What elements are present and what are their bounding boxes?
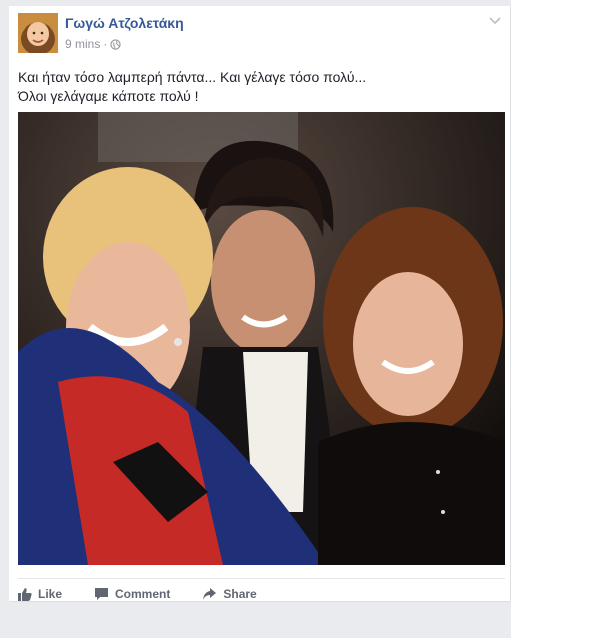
- photo-image: [18, 112, 505, 565]
- author-name[interactable]: Γωγώ Ατζολετάκη: [65, 15, 184, 31]
- post-photo[interactable]: [18, 112, 505, 565]
- post-text-line-2: Όλοι γελάγαμε κάποτε πολύ !: [18, 88, 199, 104]
- globe-icon[interactable]: [110, 38, 121, 50]
- actions-divider: [18, 578, 505, 579]
- meta-separator: ·: [103, 37, 108, 51]
- comment-button[interactable]: Comment: [94, 584, 170, 604]
- share-label: Share: [223, 587, 257, 601]
- post-text: Και ήταν τόσο λαμπερή πάντα... Και γέλαγ…: [18, 68, 498, 106]
- like-label: Like: [38, 587, 63, 601]
- post-meta: 9 mins ·: [65, 37, 121, 51]
- comment-label: Comment: [115, 587, 171, 601]
- like-button[interactable]: Like: [18, 584, 62, 604]
- thumbs-up-icon: [18, 588, 32, 601]
- post-text-line-1: Και ήταν τόσο λαμπερή πάντα... Και γέλαγ…: [18, 69, 367, 85]
- author-avatar[interactable]: [18, 13, 58, 53]
- comment-icon: [95, 588, 109, 600]
- avatar-portrait: [18, 13, 58, 53]
- post-actions-bar: Like Comment Share: [18, 584, 289, 604]
- share-button[interactable]: Share: [202, 584, 257, 604]
- page-background-right: [511, 0, 602, 638]
- chevron-down-icon[interactable]: [488, 16, 502, 26]
- post-timestamp[interactable]: 9 mins: [65, 37, 100, 51]
- share-icon: [203, 588, 217, 600]
- post-card: Γωγώ Ατζολετάκη 9 mins · Και ήταν τόσο λ…: [9, 6, 511, 602]
